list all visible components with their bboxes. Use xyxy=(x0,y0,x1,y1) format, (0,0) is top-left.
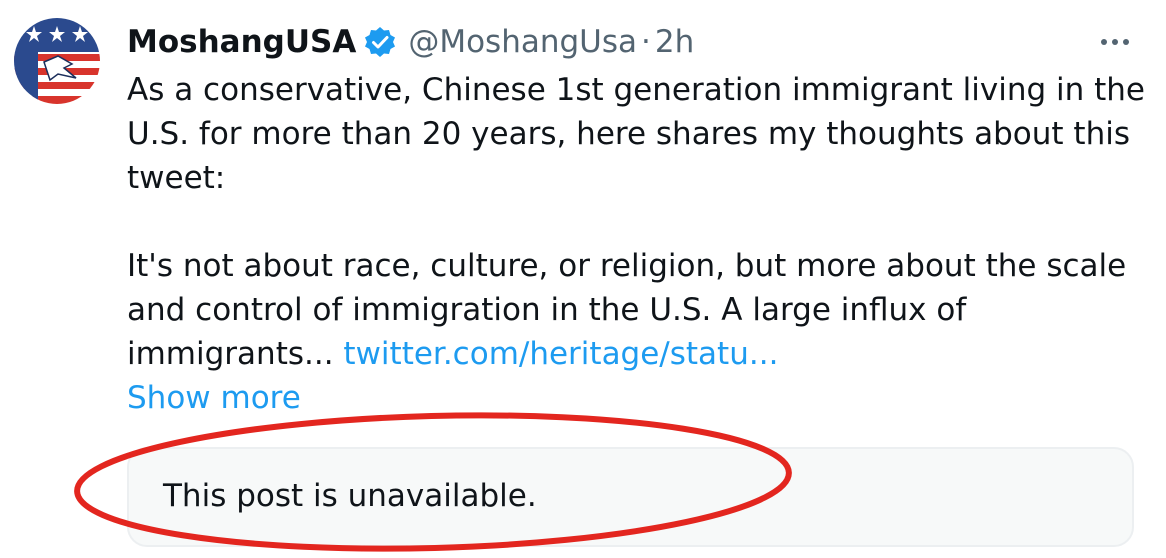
more-options-icon[interactable] xyxy=(1096,30,1136,54)
tweet-text-line-with-link: immigrants... twitter.com/heritage/statu… xyxy=(127,332,1137,376)
tweet-header: MoshangUSA @MoshangUsa · 2h xyxy=(127,22,694,62)
timestamp[interactable]: 2h xyxy=(655,22,694,62)
tweet-text: As a conservative, Chinese 1st generatio… xyxy=(127,68,1146,376)
tweet-text-fragment: immigrants... xyxy=(127,336,334,372)
flag-eagle-avatar-icon xyxy=(14,18,100,104)
quoted-post-unavailable-text: This post is unavailable. xyxy=(163,478,537,514)
avatar[interactable] xyxy=(14,18,100,104)
handle[interactable]: @MoshangUsa xyxy=(408,22,637,62)
show-more-link[interactable]: Show more xyxy=(127,376,301,420)
tweet-text-line: As a conservative, Chinese 1st generatio… xyxy=(127,72,1146,108)
verified-badge-icon[interactable] xyxy=(364,26,396,58)
tweet-text-line: tweet: xyxy=(127,160,226,196)
paragraph-break xyxy=(127,200,1137,244)
tweet-text-line: and control of immigration in the U.S. A… xyxy=(127,292,967,328)
tweet-text-line: U.S. for more than 20 years, here shares… xyxy=(127,116,1130,152)
tweet-link[interactable]: twitter.com/heritage/statu... xyxy=(343,336,778,372)
separator: · xyxy=(641,24,651,60)
tweet-text-line: It's not about race, culture, or religio… xyxy=(127,248,1127,284)
display-name[interactable]: MoshangUSA xyxy=(127,22,356,62)
